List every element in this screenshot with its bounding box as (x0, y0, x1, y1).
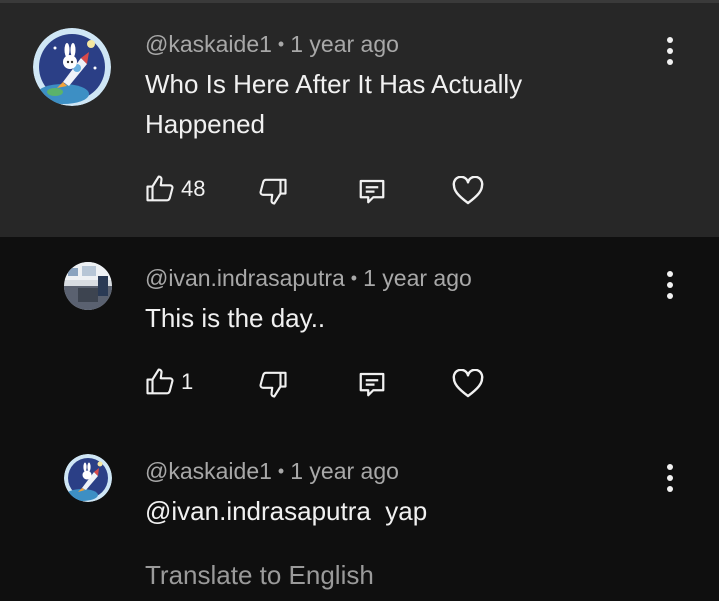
reply-button[interactable] (357, 176, 387, 206)
heart-icon (452, 369, 484, 398)
heart-button[interactable] (452, 369, 484, 399)
kebab-dot (667, 293, 673, 299)
comment-author[interactable]: @kaskaide1 (145, 31, 272, 57)
avatar[interactable] (33, 28, 111, 106)
kebab-dot (667, 475, 673, 481)
kebab-dot (667, 59, 673, 65)
meta-separator: • (277, 34, 285, 54)
reply-button[interactable] (357, 369, 387, 399)
comment-text: This is the day.. (145, 303, 326, 333)
thumb-up-icon (146, 175, 174, 202)
comment-text: Who Is Here After It Has Actually Happen… (145, 64, 522, 144)
more-options-button[interactable] (655, 31, 685, 71)
comment-meta: @ivan.indrasaputra • 1 year ago (145, 265, 472, 292)
comment-time[interactable]: 1 year ago (290, 458, 399, 484)
dislike-button[interactable] (258, 369, 288, 399)
thumb-down-icon (259, 178, 287, 205)
comment-text-line: Happened (145, 109, 265, 139)
like-count: 48 (181, 176, 206, 201)
thumb-up-icon (146, 368, 174, 395)
avatar[interactable] (64, 262, 112, 310)
reply-icon (359, 372, 385, 397)
like-button[interactable]: 1 (145, 367, 193, 397)
heart-button[interactable] (452, 176, 484, 206)
avatar-rabbit-rocket-icon (33, 28, 111, 106)
kebab-dot (667, 48, 673, 54)
like-count: 1 (181, 369, 194, 394)
heart-icon (452, 176, 484, 205)
avatar-rabbit-rocket-icon (64, 454, 112, 502)
comment-text: @ivan.indrasaputra yap (145, 496, 428, 526)
dislike-button[interactable] (258, 176, 288, 206)
comment-meta: @kaskaide1 • 1 year ago (145, 31, 399, 58)
meta-separator: • (350, 268, 358, 288)
translate-link[interactable]: Translate to English (145, 560, 374, 591)
avatar[interactable] (64, 454, 112, 502)
more-options-button[interactable] (655, 265, 685, 305)
meta-separator: • (277, 461, 285, 481)
comment-time[interactable]: 1 year ago (363, 265, 472, 291)
comment-author[interactable]: @kaskaide1 (145, 458, 272, 484)
kebab-dot (667, 282, 673, 288)
more-options-button[interactable] (655, 458, 685, 498)
comment-time[interactable]: 1 year ago (290, 31, 399, 57)
reply-icon (359, 179, 385, 204)
thumb-down-icon (259, 371, 287, 398)
kebab-dot (667, 486, 673, 492)
more-vert-icon (667, 37, 673, 43)
comment-meta: @kaskaide1 • 1 year ago (145, 458, 399, 485)
comment-author[interactable]: @ivan.indrasaputra (145, 265, 345, 291)
comment-text-line: Who Is Here After It Has Actually (145, 69, 523, 99)
like-button[interactable]: 48 (145, 174, 205, 204)
avatar-photo-icon (64, 262, 112, 310)
more-vert-icon (667, 271, 673, 277)
more-vert-icon (667, 464, 673, 470)
